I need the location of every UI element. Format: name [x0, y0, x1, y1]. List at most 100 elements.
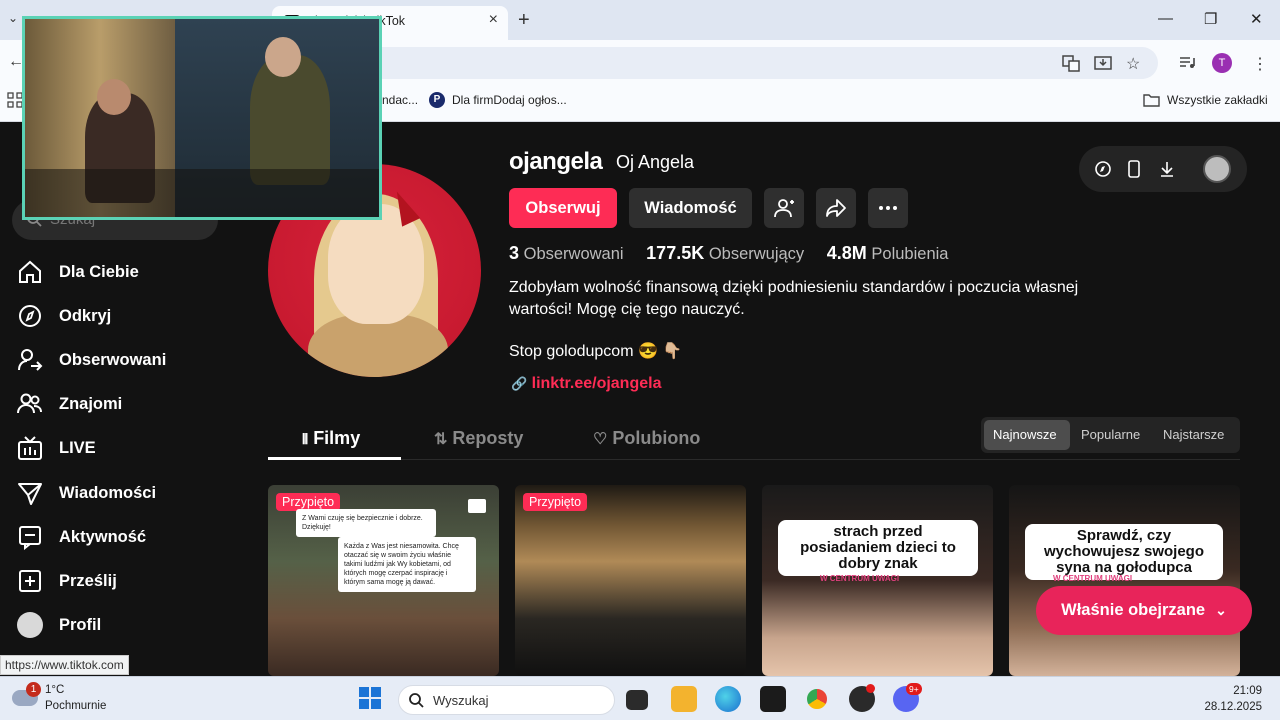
- link-icon: 🔗: [511, 376, 528, 391]
- translate-icon[interactable]: [1062, 54, 1080, 77]
- profile-stats: 3 Obserwowani 177.5K Obserwujący 4.8M Po…: [509, 243, 966, 264]
- user-avatar-icon[interactable]: [1203, 155, 1231, 183]
- following-label[interactable]: Obserwowani: [524, 245, 624, 263]
- grid-icon: ⦀: [302, 431, 309, 447]
- close-window-button[interactable]: ✕: [1250, 10, 1263, 28]
- share-icon: [826, 199, 846, 217]
- profile-avatar: [16, 611, 44, 639]
- video-card[interactable]: strach przed posiadaniem dzieci to dobry…: [762, 485, 993, 676]
- tab-label: Filmy: [313, 428, 361, 448]
- sidebar-item-label: Wiadomości: [59, 483, 157, 502]
- photo-mode-icon: [468, 499, 486, 513]
- task-view-icon[interactable]: [626, 690, 648, 710]
- video-note: Z Wami czuję się bezpiecznie i dobrze. D…: [296, 509, 436, 537]
- sidebar-item-live[interactable]: LIVE: [16, 433, 96, 463]
- active-tab-underline: [268, 457, 401, 460]
- following-count: 3: [509, 243, 520, 263]
- tab-label: Reposty: [452, 428, 524, 448]
- sidebar-item-upload[interactable]: Prześlij: [16, 566, 117, 596]
- tab-videos[interactable]: ⦀ Filmy: [302, 428, 360, 449]
- sort-newest-button[interactable]: Najnowsze: [993, 427, 1057, 442]
- video-caption: Sprawdź, czy wychowujesz swojego syna na…: [1025, 524, 1223, 580]
- folder-icon: [1143, 93, 1160, 112]
- share-button[interactable]: [816, 188, 856, 228]
- profile-avatar-button[interactable]: T: [1212, 53, 1232, 73]
- sidebar-item-label: Prześlij: [59, 571, 117, 590]
- sort-oldest-button[interactable]: Najstarsze: [1163, 427, 1224, 442]
- clock-time[interactable]: 21:09: [1233, 685, 1262, 697]
- bookmark-item[interactable]: Dla firmDodaj ogłos...: [452, 93, 567, 107]
- windows-start-icon[interactable]: [359, 687, 381, 714]
- apps-grid-icon[interactable]: [7, 92, 23, 113]
- sidebar-item-friends[interactable]: Znajomi: [16, 389, 122, 419]
- profile-bio: Zdobyłam wolność finansową dzięki podnie…: [509, 279, 1079, 318]
- media-control-icon[interactable]: [1178, 54, 1196, 77]
- chrome-icon[interactable]: [804, 686, 830, 712]
- video-note: Każda z Was jest niesamowita. Chcę otacz…: [338, 537, 476, 592]
- tab-label: Polubiono: [612, 428, 701, 448]
- profile-link[interactable]: 🔗 linktr.ee/ojangela: [511, 375, 661, 393]
- following-icon: [16, 346, 44, 374]
- tab-liked[interactable]: ♡ Polubiono: [593, 428, 700, 449]
- creator-tools-icon[interactable]: [1094, 160, 1112, 183]
- video-subcaption: W CENTRUM UWAGI: [1053, 574, 1133, 583]
- video-card[interactable]: Sprawdź, czy wychowujesz swojego syna na…: [1009, 485, 1240, 676]
- more-dots-icon: [879, 206, 897, 210]
- sidebar-item-label: LIVE: [59, 438, 96, 457]
- sort-popular-button[interactable]: Popularne: [1081, 427, 1140, 442]
- sidebar-item-following[interactable]: Obserwowani: [16, 345, 166, 375]
- sidebar-item-profile[interactable]: Profil: [16, 610, 101, 640]
- follow-button[interactable]: Obserwuj: [509, 188, 617, 228]
- video-card[interactable]: Przypięto: [515, 485, 746, 676]
- sidebar-item-label: Znajomi: [59, 394, 123, 413]
- friends-icon: [16, 390, 44, 418]
- sidebar-item-for-you[interactable]: Dla Ciebie: [16, 257, 139, 287]
- sidebar-item-label: Dla Ciebie: [59, 262, 139, 281]
- liked-heart-icon: ♡: [593, 431, 608, 448]
- tab-reposts[interactable]: ⇅ Reposty: [434, 428, 523, 449]
- discord-badge: 9+: [906, 683, 922, 695]
- device-icon[interactable]: [1127, 160, 1141, 183]
- profile-link-text: linktr.ee/ojangela: [531, 375, 662, 392]
- repost-icon: ⇅: [434, 431, 448, 448]
- tab-search-button[interactable]: ⌄: [8, 11, 18, 25]
- all-bookmarks-link[interactable]: Wszystkie zakładki: [1167, 93, 1268, 107]
- file-explorer-icon[interactable]: [671, 686, 697, 712]
- taskbar-search-input[interactable]: Wyszukaj: [398, 685, 615, 715]
- bookmark-favicon-icon: P: [429, 92, 445, 108]
- download-icon[interactable]: [1159, 160, 1175, 183]
- pinned-badge: Przypięto: [523, 493, 588, 511]
- epic-games-icon[interactable]: [760, 686, 786, 712]
- new-tab-button[interactable]: +: [518, 9, 530, 32]
- more-options-button[interactable]: [868, 188, 908, 228]
- sidebar-item-label: Odkryj: [59, 306, 112, 325]
- bookmark-star-icon[interactable]: ☆: [1126, 54, 1140, 74]
- sidebar-item-messages[interactable]: Wiadomości: [16, 478, 156, 508]
- weather-desc[interactable]: Pochmurnie: [45, 700, 106, 712]
- video-card[interactable]: Przypięto Z Wami czuję się bezpiecznie i…: [268, 485, 499, 676]
- edge-browser-icon[interactable]: [715, 686, 741, 712]
- maximize-button[interactable]: ❐: [1204, 10, 1217, 28]
- video-caption: strach przed posiadaniem dzieci to dobry…: [778, 520, 978, 576]
- recently-watched-button[interactable]: Właśnie obejrzane ⌄: [1036, 586, 1252, 635]
- bookmark-item[interactable]: ndac...: [382, 93, 418, 107]
- weather-temp[interactable]: 1°C: [45, 684, 64, 696]
- sidebar-item-explore[interactable]: Odkryj: [16, 301, 111, 331]
- install-app-icon[interactable]: [1094, 54, 1112, 77]
- minimize-button[interactable]: —: [1158, 10, 1173, 27]
- search-icon: [408, 692, 424, 713]
- activity-icon: [16, 523, 44, 551]
- suggested-accounts-button[interactable]: [764, 188, 804, 228]
- menu-kebab-icon[interactable]: ⋮: [1252, 54, 1268, 74]
- tab-close-icon[interactable]: ×: [489, 11, 498, 29]
- message-button[interactable]: Wiadomość: [629, 188, 752, 228]
- clock-date[interactable]: 28.12.2025: [1204, 701, 1262, 713]
- profile-nickname: Oj Angela: [616, 152, 695, 172]
- sidebar-item-activity[interactable]: Aktywność: [16, 522, 146, 552]
- followers-label[interactable]: Obserwujący: [709, 245, 804, 263]
- add-friend-icon: [774, 199, 794, 218]
- sidebar-item-label: Obserwowani: [59, 350, 167, 369]
- compass-icon: [16, 302, 44, 330]
- profile-tools-pill: [1079, 146, 1247, 192]
- recently-watched-label: Właśnie obejrzane: [1061, 601, 1206, 619]
